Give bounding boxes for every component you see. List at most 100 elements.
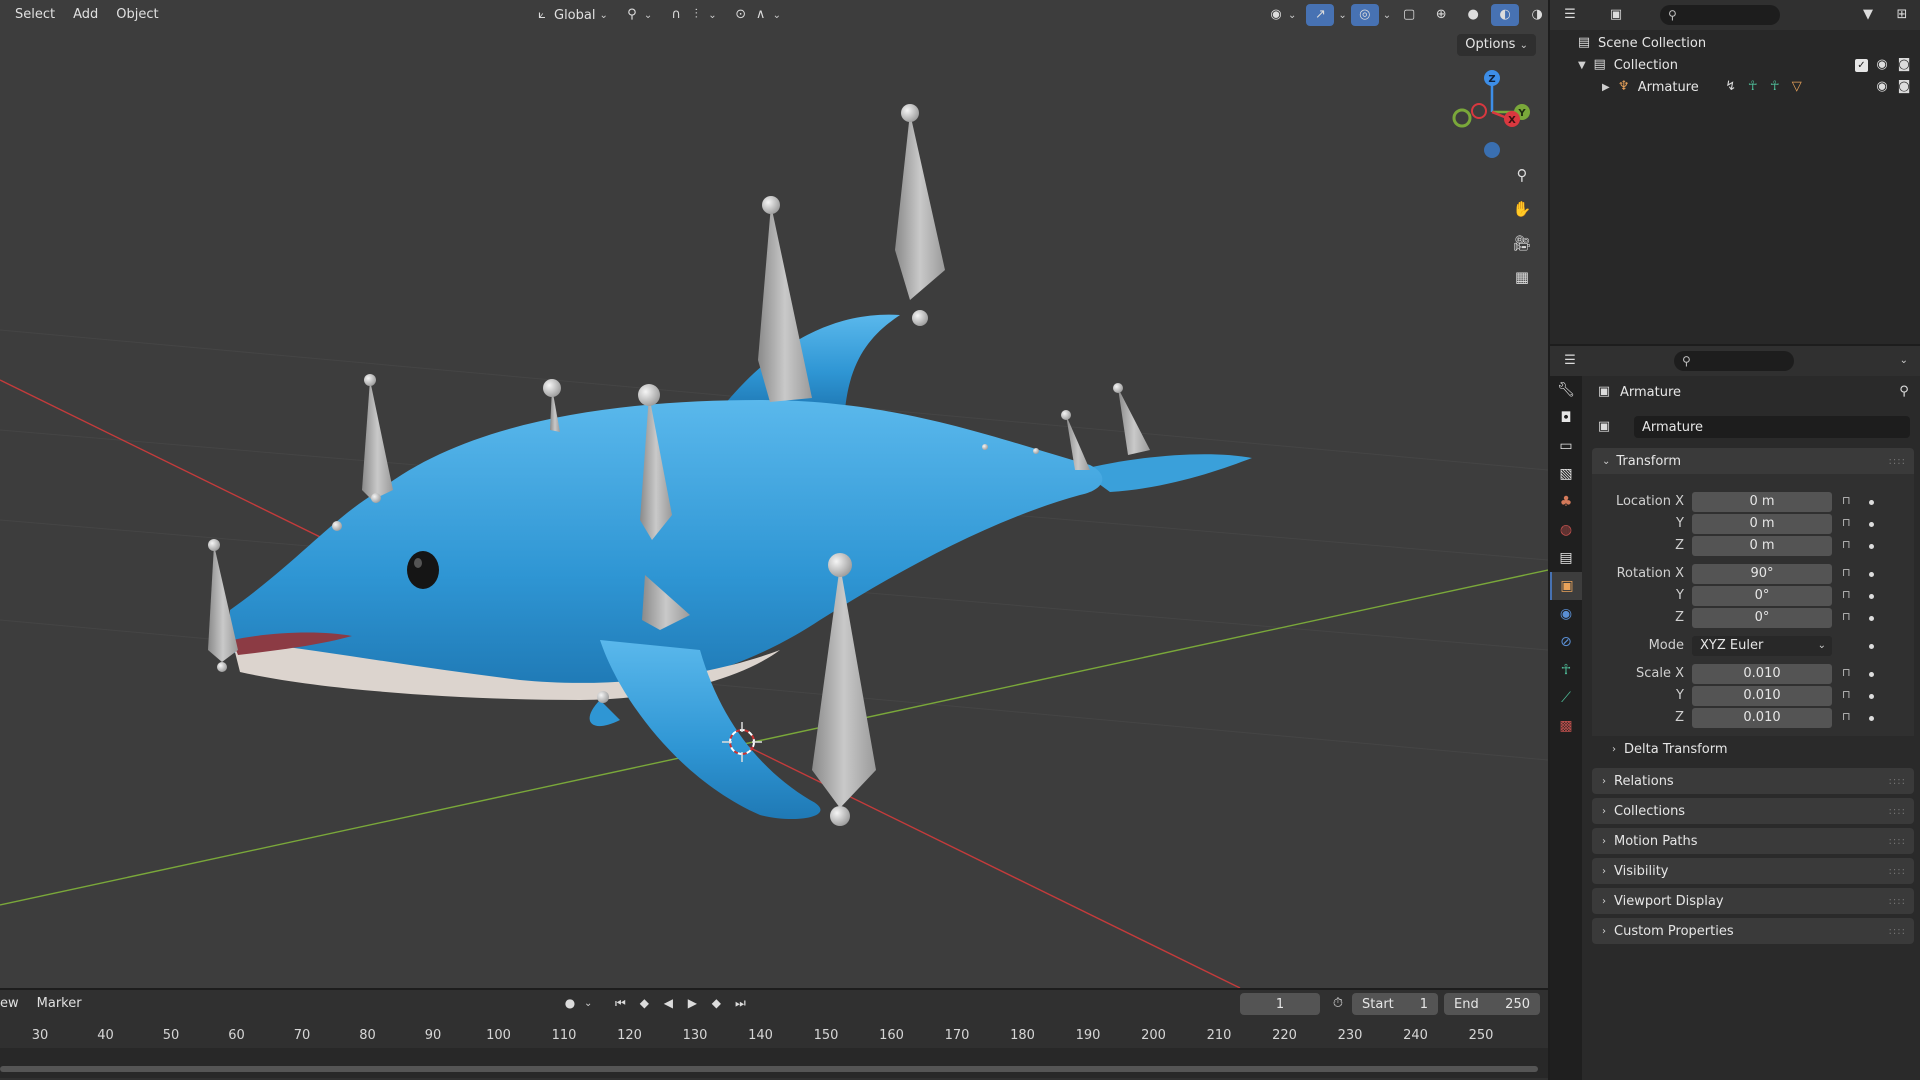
keyframe-dot-icon[interactable] <box>1869 672 1874 677</box>
lock-icon[interactable]: ⊓ <box>1842 710 1851 723</box>
rotation-mode-dropdown[interactable]: XYZ Euler ⌄ <box>1692 636 1832 656</box>
lock-icon[interactable]: ⊓ <box>1842 494 1851 507</box>
pose-icon[interactable]: ☥ <box>1745 79 1761 95</box>
editor-type-icon[interactable]: ☰ <box>1562 353 1578 369</box>
drag-grip-icon[interactable]: :::: <box>1889 806 1906 817</box>
eye-icon[interactable]: ◉ <box>1874 79 1890 95</box>
outliner-search-input[interactable]: ⚲ <box>1660 5 1780 25</box>
lock-icon[interactable]: ⊓ <box>1842 666 1851 679</box>
menu-object[interactable]: Object <box>107 0 167 30</box>
lock-icon[interactable]: ⊓ <box>1842 516 1851 529</box>
proportional-edit-toggle[interactable]: ⊙ ∧ ⌄ <box>727 4 787 26</box>
rotation-y-field[interactable]: 0° <box>1692 586 1832 606</box>
location-x-field[interactable]: 0 m <box>1692 492 1832 512</box>
menu-add[interactable]: Add <box>64 0 107 30</box>
lock-icon[interactable]: ⊓ <box>1842 588 1851 601</box>
overlay-toggle[interactable]: ◎ <box>1350 4 1379 26</box>
shading-rendered[interactable]: ◑ <box>1523 4 1548 26</box>
tab-bone-icon[interactable]: ⟋ <box>1550 684 1582 712</box>
options-dropdown[interactable]: Options ⌄ <box>1457 34 1536 56</box>
start-frame-field[interactable]: Start 1 <box>1352 993 1438 1015</box>
chevron-down-icon[interactable]: ⌄ <box>1338 10 1346 21</box>
scale-y-field[interactable]: 0.010 <box>1692 686 1832 706</box>
keyframe-dot-icon[interactable] <box>1869 544 1874 549</box>
snap-toggle[interactable]: ∩ ⫶ ⌄ <box>662 4 722 26</box>
play-reverse-icon[interactable]: ◀ <box>658 993 678 1013</box>
3d-viewport[interactable]: Select Add Object ⟀ Global ⌄ ⚲ ⌄ ∩ ⫶ ⌄ ⊙… <box>0 0 1548 988</box>
orientation-dropdown[interactable]: ⟀ Global ⌄ <box>528 4 614 26</box>
lock-icon[interactable]: ⊓ <box>1842 610 1851 623</box>
tab-texture-icon[interactable]: ▩ <box>1550 712 1582 740</box>
tab-modifier-icon[interactable]: ◉ <box>1550 600 1582 628</box>
tab-constraint-icon[interactable]: ⊘ <box>1550 628 1582 656</box>
display-mode-icon[interactable]: ▣ <box>1608 7 1624 23</box>
tab-collection-icon[interactable]: ▤ <box>1550 544 1582 572</box>
navigation-gizmo[interactable]: Z Y X <box>1446 68 1546 168</box>
tab-object-icon[interactable]: ▣ <box>1550 572 1582 600</box>
tab-world-icon[interactable]: ◍ <box>1550 516 1582 544</box>
filter-icon[interactable]: ▼ <box>1860 7 1876 23</box>
gizmo-toggle[interactable]: ↗ <box>1306 4 1335 26</box>
drag-grip-icon[interactable]: :::: <box>1889 926 1906 937</box>
record-icon[interactable]: ● <box>560 993 580 1013</box>
object-type-dropdown-icon[interactable]: ▣ <box>1596 419 1612 435</box>
drag-grip-icon[interactable]: :::: <box>1889 456 1906 467</box>
drag-grip-icon[interactable]: :::: <box>1889 896 1906 907</box>
chevron-down-icon[interactable]: ⌄ <box>584 998 592 1009</box>
custom-properties-panel-header[interactable]: › Custom Properties :::: <box>1592 918 1914 944</box>
motion-paths-panel-header[interactable]: › Motion Paths :::: <box>1592 828 1914 854</box>
keyframe-dot-icon[interactable] <box>1869 716 1874 721</box>
pin-icon[interactable]: ⚲ <box>1896 384 1912 400</box>
rotation-z-field[interactable]: 0° <box>1692 608 1832 628</box>
timeline-editor[interactable]: ew Marker ● ⌄ ⏮ ◆ ◀ ▶ ◆ ⏭ 1 ⏱ Start 1 En… <box>0 988 1548 1080</box>
shading-wireframe[interactable]: ⊕ <box>1427 4 1455 26</box>
expand-arrow-icon[interactable]: ▶ <box>1602 82 1610 93</box>
xray-toggle[interactable]: ▢ <box>1395 4 1423 26</box>
perspective-grid-icon[interactable]: ▦ <box>1509 264 1535 290</box>
editor-type-icon[interactable]: ☰ <box>1562 7 1578 23</box>
lock-icon[interactable]: ⊓ <box>1842 566 1851 579</box>
play-icon[interactable]: ▶ <box>682 993 702 1013</box>
expand-arrow-icon[interactable]: ▼ <box>1578 60 1586 71</box>
keyframe-dot-icon[interactable] <box>1869 594 1874 599</box>
tab-scene-icon[interactable]: ♣ <box>1550 488 1582 516</box>
keyframe-dot-icon[interactable] <box>1869 500 1874 505</box>
menu-view[interactable]: ew <box>0 989 28 1019</box>
jump-end-icon[interactable]: ⏭ <box>730 993 750 1013</box>
drag-grip-icon[interactable]: :::: <box>1889 866 1906 877</box>
tab-view-layer-icon[interactable]: ▧ <box>1550 460 1582 488</box>
keyframe-dot-icon[interactable] <box>1869 572 1874 577</box>
armature-row[interactable]: ▶ ♆ Armature ↯ ☥ ☥ ▽ ◉ ◙ <box>1550 76 1920 98</box>
prev-keyframe-icon[interactable]: ◆ <box>634 993 654 1013</box>
tab-armature-data-icon[interactable]: ☥ <box>1550 656 1582 684</box>
current-frame-field[interactable]: 1 <box>1240 993 1320 1015</box>
lock-icon[interactable]: ⊓ <box>1842 688 1851 701</box>
keyframe-dot-icon[interactable] <box>1869 644 1874 649</box>
camera-view-icon[interactable]: 🎥︎ <box>1509 230 1535 256</box>
tab-tool-icon[interactable]: 🔧︎ <box>1550 376 1582 404</box>
visibility-panel-header[interactable]: › Visibility :::: <box>1592 858 1914 884</box>
location-y-field[interactable]: 0 m <box>1692 514 1832 534</box>
tab-render-icon[interactable]: ◘ <box>1550 404 1582 432</box>
eye-icon[interactable]: ◉ <box>1874 57 1890 73</box>
new-collection-icon[interactable]: ⊞ <box>1894 7 1910 23</box>
zoom-icon[interactable]: ⚲ <box>1509 162 1535 188</box>
menu-marker[interactable]: Marker <box>28 989 91 1019</box>
lock-icon[interactable]: ⊓ <box>1842 538 1851 551</box>
object-name-field[interactable]: Armature <box>1634 416 1910 438</box>
pivot-dropdown[interactable]: ⚲ ⌄ <box>618 4 658 26</box>
delta-transform-subpanel[interactable]: › Delta Transform <box>1612 738 1912 760</box>
keyframe-dot-icon[interactable] <box>1869 522 1874 527</box>
stopwatch-icon[interactable]: ⏱ <box>1330 996 1346 1012</box>
jump-start-icon[interactable]: ⏮ <box>610 993 630 1013</box>
drag-grip-icon[interactable]: :::: <box>1889 776 1906 787</box>
shading-solid[interactable]: ● <box>1459 4 1487 26</box>
chevron-down-icon[interactable]: ⌄ <box>1900 355 1908 366</box>
chevron-down-icon[interactable]: ⌄ <box>1383 10 1391 21</box>
mesh-icon[interactable]: ▽ <box>1789 79 1805 95</box>
scene-collection-row[interactable]: ▤ Scene Collection <box>1550 32 1920 54</box>
drag-grip-icon[interactable]: :::: <box>1889 836 1906 847</box>
camera-icon[interactable]: ◙ <box>1896 79 1912 95</box>
transform-panel-header[interactable]: ⌄ Transform :::: <box>1592 448 1914 474</box>
menu-select[interactable]: Select <box>6 0 64 30</box>
